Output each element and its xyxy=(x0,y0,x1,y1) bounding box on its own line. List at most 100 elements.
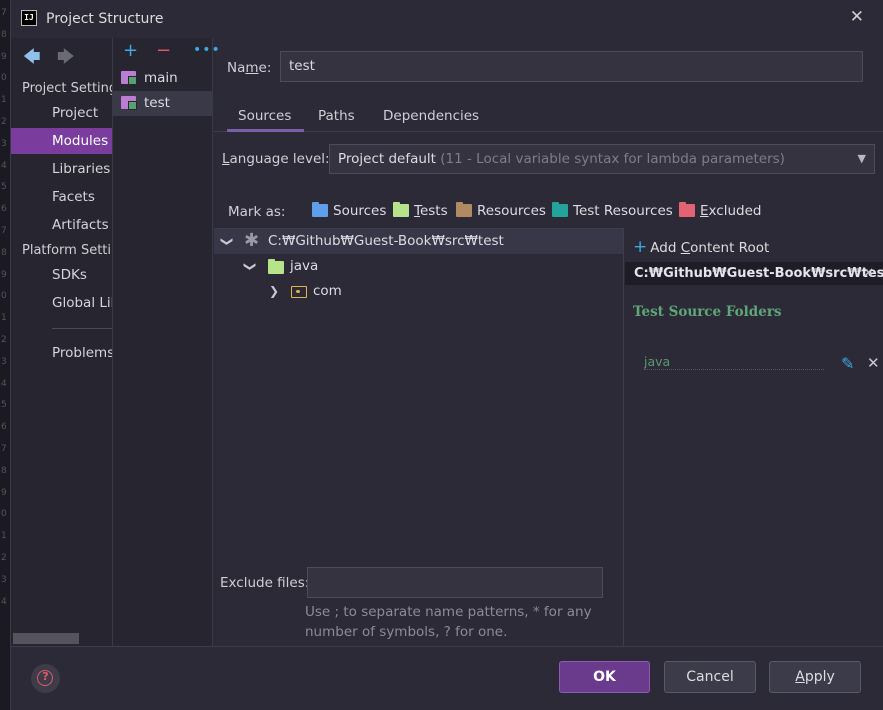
project-settings-header: Project Settings xyxy=(22,81,112,96)
forward-arrow-icon[interactable]: 🡆 xyxy=(57,44,75,73)
module-label: test xyxy=(144,95,170,111)
gutter-line-number: 3 xyxy=(1,574,7,585)
nav-item-libraries[interactable]: Libraries xyxy=(11,156,112,182)
plus-icon: + xyxy=(633,237,648,257)
tree-root-label: C:₩Github₩Guest-Book₩src₩test xyxy=(268,233,504,249)
name-label: Name: xyxy=(227,60,272,76)
help-button[interactable]: ? xyxy=(31,664,60,693)
title-bar: IJ Project Structure ✕ xyxy=(11,0,883,38)
remove-folder-icon[interactable]: ✕ xyxy=(867,354,880,372)
test-resources-folder-icon xyxy=(552,202,568,217)
mark-tests-button[interactable]: Tests xyxy=(393,202,448,219)
gutter-line-number: 5 xyxy=(1,182,7,193)
editor-gutter: 7 8 9 0 1 2 3 4 5 6 7 8 9 0 1 2 3 4 5 6 7 8 9 0 1 2 3 4 xyxy=(0,0,10,710)
help-icon: ? xyxy=(42,670,49,683)
module-folder-icon xyxy=(121,71,137,85)
chevron-down-icon[interactable]: ❯ xyxy=(238,261,263,271)
platform-settings-header: Platform Settings xyxy=(22,243,112,258)
apply-button[interactable]: Apply xyxy=(769,661,861,693)
tab-paths[interactable]: Paths xyxy=(318,108,355,124)
nav-item-sdks[interactable]: SDKs xyxy=(11,262,112,288)
gutter-line-number: 1 xyxy=(1,313,7,324)
chevron-right-icon[interactable]: ❯ xyxy=(269,279,279,304)
resources-folder-icon xyxy=(456,202,472,217)
gutter-line-number: 0 xyxy=(1,509,7,520)
gutter-line-number: 8 xyxy=(1,29,7,40)
nav-horizontal-scrollbar[interactable] xyxy=(13,633,79,644)
add-module-icon[interactable]: + xyxy=(123,40,138,61)
gutter-line-number: 8 xyxy=(1,247,7,258)
gutter-line-number: 6 xyxy=(1,422,7,433)
module-name-input[interactable]: test xyxy=(280,51,863,82)
nav-item-facets[interactable]: Facets xyxy=(11,184,112,210)
gutter-line-number: 0 xyxy=(1,291,7,302)
exclude-files-input[interactable] xyxy=(307,567,603,598)
tab-dependencies[interactable]: Dependencies xyxy=(383,108,479,124)
edit-pencil-icon[interactable]: ✎ xyxy=(841,354,854,373)
nav-item-project[interactable]: Project xyxy=(11,100,112,126)
test-source-folder-label: java xyxy=(644,354,824,370)
module-list-panel: + − ••• main test xyxy=(112,38,220,646)
mark-as-label: Mark as: xyxy=(228,204,286,220)
nav-item-artifacts[interactable]: Artifacts xyxy=(11,212,112,238)
language-level-select[interactable]: Project default (11 - Local variable syn… xyxy=(329,144,875,174)
tree-java-label: java xyxy=(290,258,319,274)
content-root-path: C:₩Github₩Guest-Book₩src₩test xyxy=(634,266,883,281)
mark-resources-button[interactable]: Resources xyxy=(456,202,546,219)
gutter-line-number: 5 xyxy=(1,400,7,411)
tests-folder-icon xyxy=(393,202,409,217)
back-arrow-icon[interactable]: 🡄 xyxy=(23,44,41,73)
tree-row-com[interactable]: ❯ com xyxy=(214,279,514,304)
content-root-header: C:₩Github₩Guest-Book₩src₩test ✕ xyxy=(625,262,883,285)
nav-item-problems[interactable]: Problems xyxy=(11,340,112,366)
test-source-folders-title: Test Source Folders xyxy=(633,304,782,320)
module-tabs: Sources Paths Dependencies xyxy=(214,103,883,132)
gutter-line-number: 6 xyxy=(1,204,7,215)
close-icon[interactable]: ✕ xyxy=(850,7,864,27)
exclude-files-hint: Use ; to separate name patterns, * for a… xyxy=(305,604,592,640)
tree-row-java[interactable]: ❯ java xyxy=(214,254,514,279)
sources-folder-icon xyxy=(312,202,328,217)
add-content-root-button[interactable]: + Add Content Root xyxy=(633,237,769,257)
module-folder-icon xyxy=(121,96,137,110)
remove-content-root-icon[interactable]: ✕ xyxy=(863,262,874,285)
language-level-value: Project default xyxy=(338,151,436,167)
gutter-line-number: 7 xyxy=(1,444,7,454)
module-item-main[interactable]: main xyxy=(113,66,212,91)
gutter-line-number: 4 xyxy=(1,378,7,389)
gutter-line-number: 8 xyxy=(1,465,7,476)
mark-sources-button[interactable]: Sources xyxy=(312,202,386,219)
remove-module-icon[interactable]: − xyxy=(156,40,171,61)
nav-item-global-libraries[interactable]: Global Libraries xyxy=(11,290,112,316)
gutter-line-number: 0 xyxy=(1,73,7,84)
cancel-button[interactable]: Cancel xyxy=(664,661,756,693)
gutter-line-number: 9 xyxy=(1,51,7,62)
mark-excluded-button[interactable]: Excluded xyxy=(679,202,761,219)
gutter-line-number: 1 xyxy=(1,531,7,542)
gutter-line-number: 9 xyxy=(1,487,7,498)
tab-sources[interactable]: Sources xyxy=(226,108,305,132)
gutter-line-number: 7 xyxy=(1,226,7,236)
dialog-footer: ? OK Cancel Apply xyxy=(11,646,883,710)
mark-test-resources-button[interactable]: Test Resources xyxy=(552,202,673,219)
content-root-icon: ✱ xyxy=(244,230,260,251)
module-settings-panel: Name: test Sources Paths Dependencies La… xyxy=(214,38,883,646)
gutter-line-number: 2 xyxy=(1,335,7,345)
package-folder-icon xyxy=(291,286,307,298)
gutter-line-number: 4 xyxy=(1,160,7,171)
gutter-line-number: 2 xyxy=(1,117,7,127)
chevron-down-icon[interactable]: ❯ xyxy=(215,236,240,246)
ok-button[interactable]: OK xyxy=(559,661,650,693)
gutter-line-number: 2 xyxy=(1,553,7,563)
test-source-folder-row: java ✎ ✕ xyxy=(644,354,880,374)
nav-item-modules[interactable]: Modules xyxy=(11,128,112,154)
gutter-line-number: 1 xyxy=(1,95,7,106)
module-item-test[interactable]: test xyxy=(113,91,212,116)
gutter-line-number: 3 xyxy=(1,356,7,367)
intellij-app-icon: IJ xyxy=(21,10,37,26)
gutter-line-number: 9 xyxy=(1,269,7,280)
test-folder-icon xyxy=(268,259,284,274)
gutter-line-number: 7 xyxy=(1,8,7,18)
chevron-down-icon: ▼ xyxy=(857,152,866,165)
tree-row-root[interactable]: ❯ ✱ C:₩Github₩Guest-Book₩src₩test xyxy=(214,229,623,254)
